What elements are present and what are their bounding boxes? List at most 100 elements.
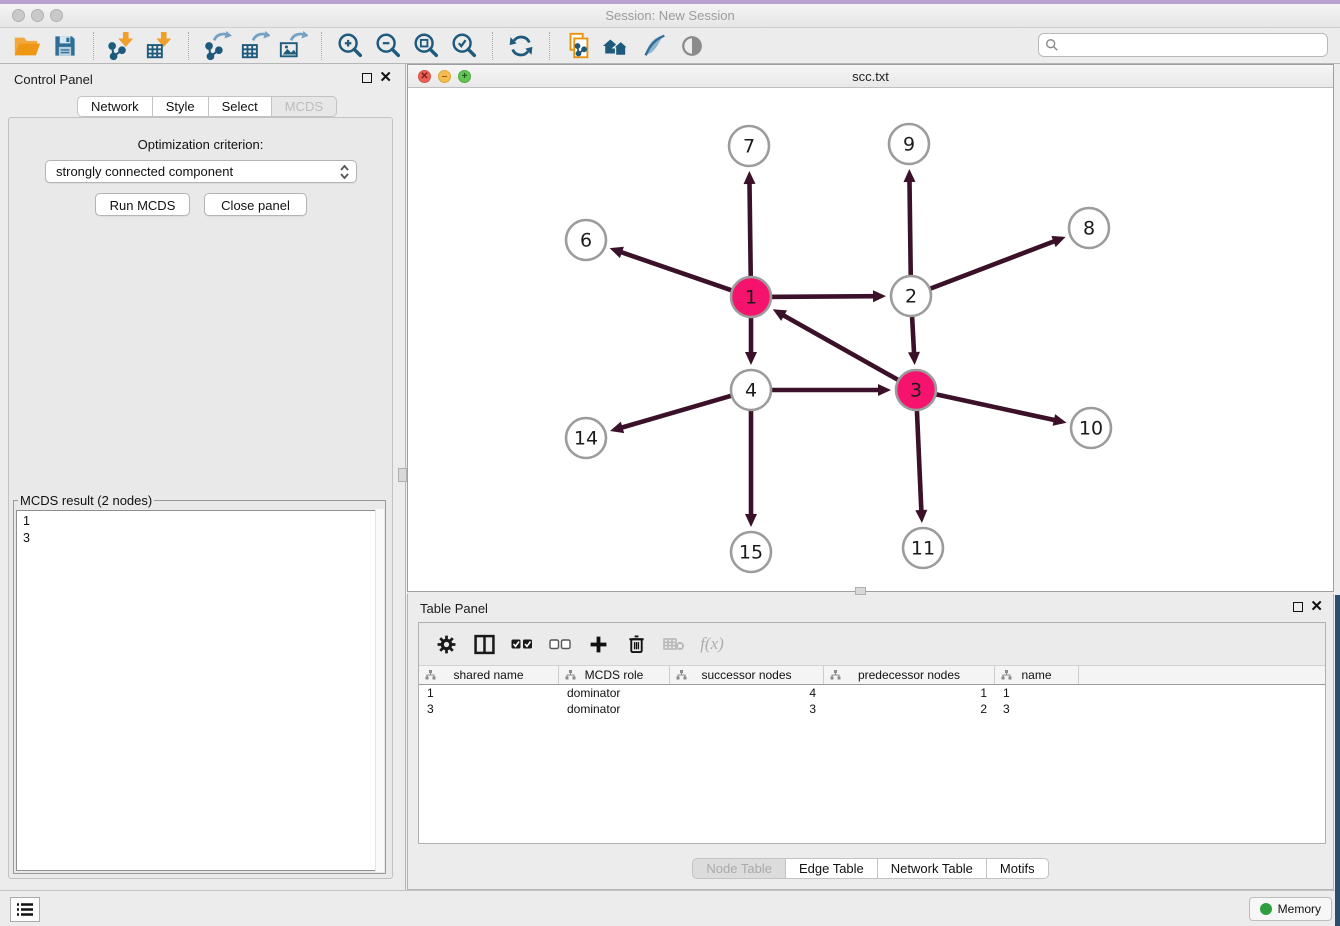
graph-node-label: 1 [745,287,757,309]
column-header-predecessor-nodes[interactable]: predecessor nodes [824,666,995,684]
graph-edge-1-7[interactable] [749,180,750,291]
table-panel: Table Panel ✕ f(x) shared nameMCDS roles… [407,594,1334,890]
control-panel-title: Control Panel [14,72,93,87]
close-panel-button[interactable]: Close panel [204,193,307,216]
network-canvas[interactable]: 1234678910111415 [408,88,1333,591]
tab-network-table[interactable]: Network Table [877,858,987,879]
graph-edge-2-9[interactable] [909,178,910,290]
vizmapper-icon[interactable] [637,30,671,62]
zoom-selected-icon[interactable] [447,30,481,62]
table-cell[interactable]: dominator [559,685,670,701]
delete-table-icon-disabled [661,631,687,657]
desktop-background-edge [1335,595,1340,926]
float-panel-icon[interactable] [362,73,372,83]
table-panel-tabs: Node TableEdge TableNetwork TableMotifs [408,858,1333,879]
select-all-checkboxes-icon[interactable] [509,631,535,657]
float-table-panel-icon[interactable] [1293,602,1303,612]
table-body: 1dominator4113dominator323 [419,685,1325,717]
import-table-icon[interactable] [143,30,177,62]
graph-edge-arrowhead [1051,236,1065,247]
task-history-button[interactable] [10,897,40,922]
tab-edge-table[interactable]: Edge Table [785,858,878,879]
graph-edge-arrowhead [878,384,891,396]
graph-edge-3-11[interactable] [916,396,921,514]
graph-node-label: 11 [911,538,935,560]
graph-edge-arrowhead [904,169,916,182]
search-box[interactable] [1038,33,1328,57]
table-cell[interactable]: 4 [670,685,824,701]
graph-edge-arrowhead [873,290,886,302]
refresh-layout-icon[interactable] [504,30,538,62]
table-cell[interactable]: dominator [559,701,670,717]
graph-node-label: 4 [745,380,757,402]
result-scrollbar[interactable] [375,509,384,872]
settings-gear-icon[interactable] [433,631,459,657]
column-header-successor-nodes[interactable]: successor nodes [670,666,824,684]
zoom-in-icon[interactable] [333,30,367,62]
export-table-icon[interactable] [238,30,272,62]
toolbar-separator [549,32,550,60]
optimization-criterion-label: Optimization criterion: [9,137,392,152]
tab-select[interactable]: Select [208,96,272,117]
vertical-splitter-handle[interactable] [398,468,407,482]
graph-edge-3-1[interactable] [781,314,911,387]
mcds-result-group: MCDS result (2 nodes) 1 3 [13,493,386,874]
graph-edge-1-2[interactable] [757,296,877,297]
split-panel-icon[interactable] [471,631,497,657]
zoom-out-icon[interactable] [371,30,405,62]
tab-motifs[interactable]: Motifs [986,858,1049,879]
mcds-result-text[interactable]: 1 3 [16,510,383,871]
save-icon[interactable] [48,30,82,62]
add-entry-icon[interactable] [585,631,611,657]
optimization-criterion-dropdown[interactable]: strongly connected component [45,160,357,183]
graph-node-label: 9 [903,134,915,156]
graph-node-label: 7 [743,136,755,158]
deselect-all-checkboxes-icon[interactable] [547,631,573,657]
tab-style[interactable]: Style [152,96,209,117]
column-header-name[interactable]: name [995,666,1079,684]
network-graph: 1234678910111415 [408,88,1333,591]
dropdown-selected-value: strongly connected component [56,164,233,179]
app-titlebar: Session: New Session [0,4,1340,28]
table-cell[interactable]: 3 [670,701,824,717]
toggle-graphics-details-icon[interactable] [675,30,709,62]
table-row: 1dominator411 [419,685,1325,701]
tab-mcds[interactable]: MCDS [271,96,337,117]
delete-entry-icon[interactable] [623,631,649,657]
graph-node-label: 14 [574,428,598,450]
copy-network-icon[interactable] [561,30,595,62]
open-folder-icon[interactable] [10,30,44,62]
table-cell[interactable]: 3 [995,701,1079,717]
horizontal-splitter-handle[interactable] [855,587,866,595]
search-input[interactable] [1059,37,1327,54]
tab-node-table[interactable]: Node Table [692,858,786,879]
graph-edge-arrowhead [908,352,920,365]
zoom-fit-icon[interactable] [409,30,443,62]
graph-edge-3-10[interactable] [922,391,1058,421]
import-network-icon[interactable] [105,30,139,62]
table-cell[interactable]: 1 [419,685,559,701]
column-header-shared-name[interactable]: shared name [419,666,559,684]
column-header-mcds-role[interactable]: MCDS role [559,666,670,684]
tab-network[interactable]: Network [77,96,153,117]
toolbar-separator [321,32,322,60]
table-cell[interactable]: 1 [995,685,1079,701]
export-image-icon[interactable] [276,30,310,62]
home-icon[interactable] [599,30,633,62]
close-table-panel-icon[interactable]: ✕ [1310,602,1323,612]
table-cell[interactable]: 2 [824,701,995,717]
graph-edge-1-6[interactable] [618,251,745,295]
graph-edge-arrowhead [1053,414,1067,426]
graph-edge-2-8[interactable] [917,240,1058,294]
graph-edge-arrowhead [744,171,756,184]
search-icon [1045,38,1059,52]
graph-edge-arrowhead [745,352,757,365]
network-window-titlebar[interactable]: ✕ – + scc.txt [408,65,1333,88]
table-cell[interactable]: 3 [419,701,559,717]
export-network-icon[interactable] [200,30,234,62]
run-mcds-button[interactable]: Run MCDS [95,193,190,216]
table-cell[interactable]: 1 [824,685,995,701]
memory-button[interactable]: Memory [1249,897,1332,921]
graph-edge-4-14[interactable] [619,392,746,429]
close-panel-icon[interactable]: ✕ [379,73,392,83]
